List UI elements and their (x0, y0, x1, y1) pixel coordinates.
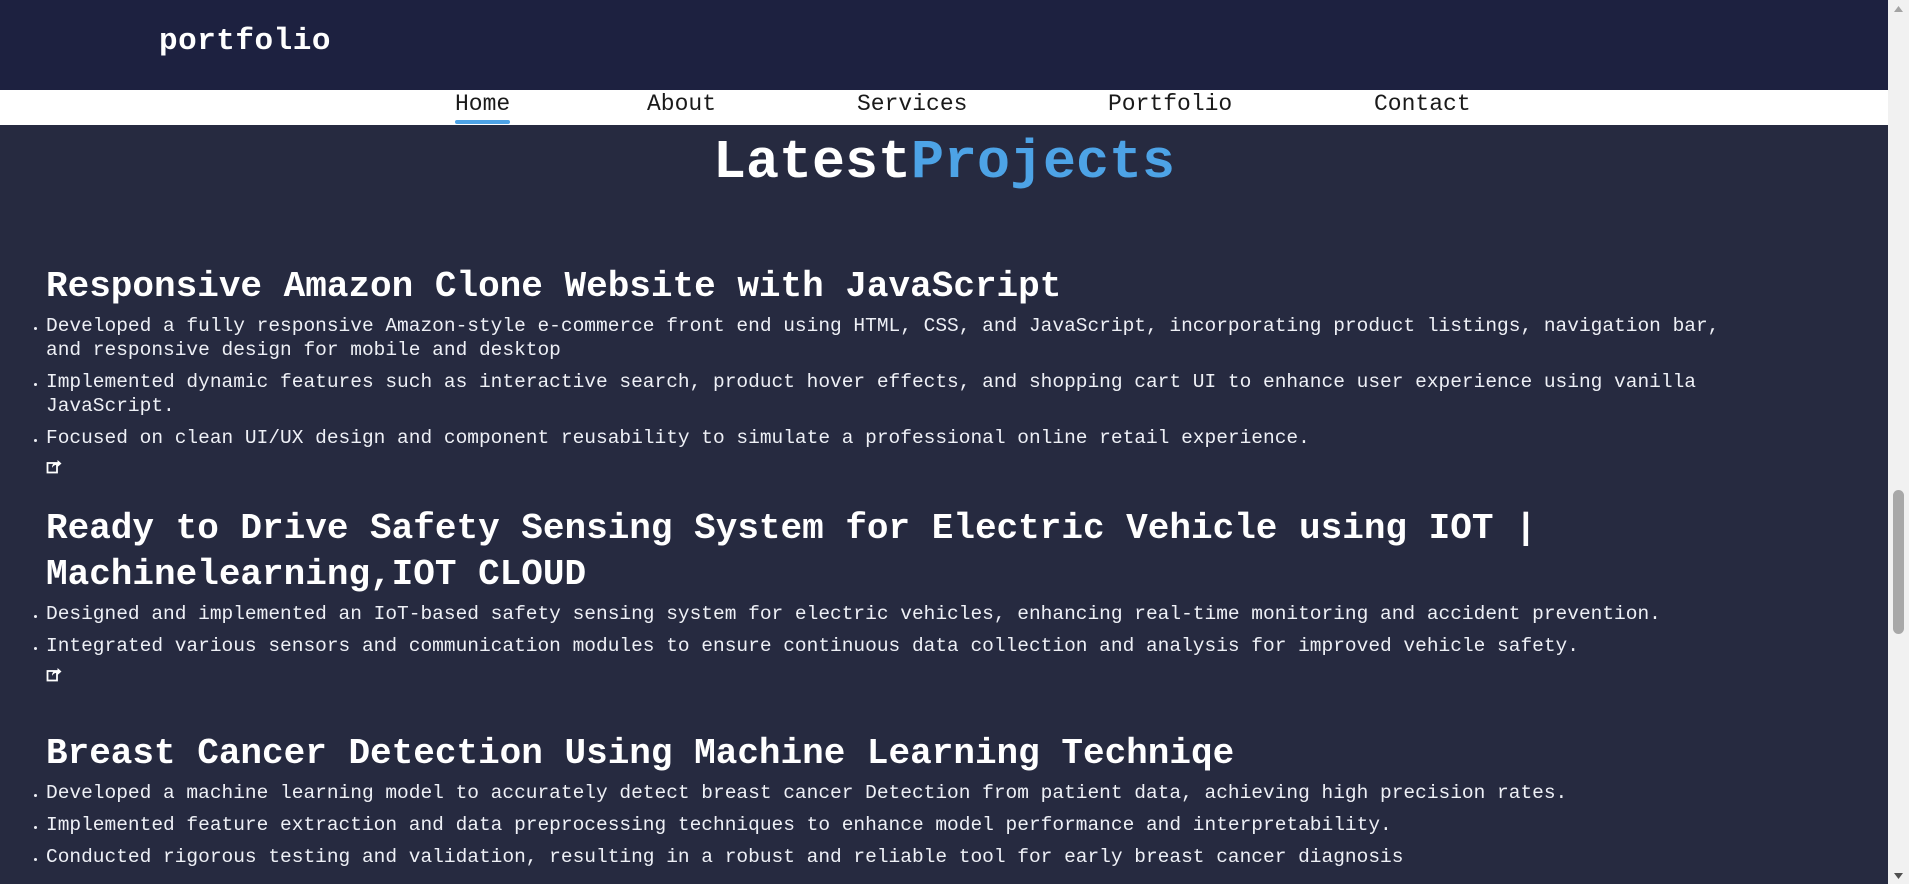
project-card: Breast Cancer Detection Using Machine Le… (34, 731, 1766, 877)
scroll-down-arrow-icon[interactable] (1888, 867, 1909, 884)
project-title: Ready to Drive Safety Sensing System for… (46, 508, 1537, 595)
header-bar: portfolio (0, 0, 1888, 90)
scrollbar-thumb[interactable] (1893, 490, 1904, 634)
external-link-icon[interactable] (46, 458, 62, 474)
nav-item-about[interactable]: About (647, 90, 716, 125)
nav-item-home[interactable]: Home (455, 90, 511, 125)
project-bullets: Designed and implemented an IoT-based sa… (34, 602, 1766, 658)
project-bullets: Developed a fully responsive Amazon-styl… (34, 314, 1766, 450)
project-bullet: Implemented feature extraction and data … (34, 813, 1766, 837)
scrollbar[interactable] (1888, 0, 1909, 884)
project-bullet: Focused on clean UI/UX design and compon… (34, 426, 1766, 450)
external-link-icon[interactable] (46, 666, 62, 682)
project-bullets: Developed a machine learning model to ac… (34, 781, 1766, 869)
project-bullet: Developed a fully responsive Amazon-styl… (34, 314, 1766, 362)
project-card: Responsive Amazon Clone Website with Jav… (34, 264, 1766, 474)
project-bullet: Developed a machine learning model to ac… (34, 781, 1766, 805)
project-bullet: Integrated various sensors and communica… (34, 634, 1766, 658)
project-title: Breast Cancer Detection Using Machine Le… (46, 733, 1235, 774)
nav-bar: Home About Services Portfolio Contact (0, 90, 1888, 125)
site-logo[interactable]: portfolio (159, 24, 331, 59)
project-bullet: Implemented dynamic features such as int… (34, 370, 1766, 418)
section-title-part2: Projects (911, 131, 1176, 194)
section-title-part1: Latest (712, 131, 911, 194)
nav-item-portfolio[interactable]: Portfolio (1108, 90, 1232, 125)
nav-item-contact[interactable]: Contact (1374, 90, 1471, 125)
project-card: Ready to Drive Safety Sensing System for… (34, 506, 1766, 682)
section-title: LatestProjects (0, 130, 1888, 196)
scroll-up-arrow-icon[interactable] (1888, 0, 1909, 17)
nav-item-services[interactable]: Services (857, 90, 967, 125)
project-bullet: Conducted rigorous testing and validatio… (34, 845, 1766, 869)
projects-section: LatestProjects Responsive Amazon Clone W… (0, 125, 1888, 884)
project-bullet: Designed and implemented an IoT-based sa… (34, 602, 1766, 626)
project-title: Responsive Amazon Clone Website with Jav… (46, 266, 1062, 307)
